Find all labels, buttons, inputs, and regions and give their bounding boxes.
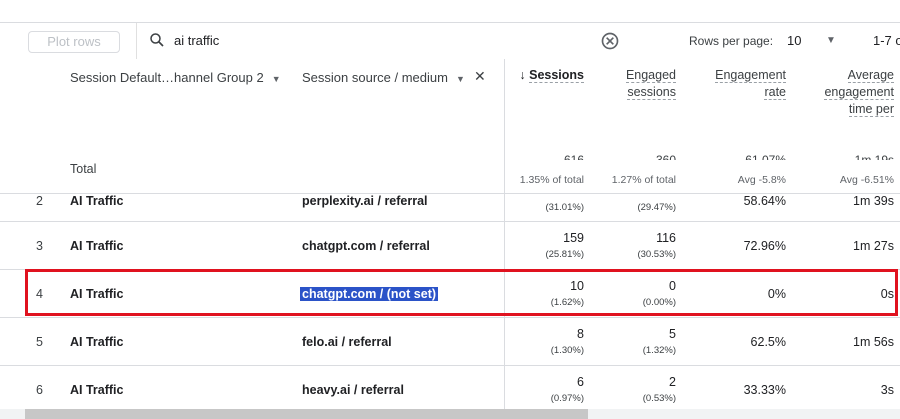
time-cell: 1m 27s (853, 239, 894, 253)
sessions-pct: (1.30%) (550, 345, 584, 356)
column-header-channel-group[interactable]: Session Default…hannel Group 2 ▼ (70, 70, 281, 85)
row-index: 2 (36, 194, 43, 208)
rows-per-page-select[interactable]: 10 (787, 33, 801, 48)
column-header-label: Sessions (529, 68, 584, 83)
caret-down-icon[interactable]: ▼ (826, 35, 836, 46)
table-row[interactable]: 5 AI Traffic felo.ai / referral 8 (1.30%… (0, 318, 900, 366)
column-header-avg-engagement-time[interactable]: Average engagement time per (800, 67, 894, 118)
caret-down-icon[interactable]: ▼ (272, 74, 281, 84)
time-cell: 0s (880, 287, 894, 301)
time-cell: 3s (880, 383, 894, 397)
clear-circle-icon[interactable] (600, 31, 620, 51)
sessions-cell: 6 (577, 375, 584, 389)
engaged-pct: (0.00%) (642, 297, 676, 308)
column-header-label: engagement (824, 85, 894, 100)
source-cell[interactable]: heavy.ai / referral (302, 383, 404, 397)
total-engaged-value: 360 (655, 153, 676, 160)
rate-cell: 58.64% (743, 194, 786, 208)
engaged-pct: (1.32%) (642, 345, 676, 356)
total-rate-sub: Avg -5.8% (737, 174, 786, 186)
rate-cell: 0% (767, 287, 786, 301)
column-header-label: Engaged (625, 68, 676, 83)
horizontal-scrollbar-thumb[interactable] (25, 409, 588, 419)
column-divider (504, 59, 505, 409)
total-time-value: 1m 19s (854, 153, 894, 160)
time-cell: 1m 56s (853, 335, 894, 349)
row-index: 3 (36, 239, 43, 253)
total-time-sub: Avg -6.51% (839, 174, 894, 186)
caret-down-icon[interactable]: ▼ (456, 74, 465, 84)
table-row[interactable]: 3 AI Traffic chatgpt.com / referral 159 … (0, 222, 900, 270)
column-header-label: Average (847, 68, 894, 83)
rate-cell: 33.33% (743, 383, 786, 397)
column-header-engaged-sessions[interactable]: Engaged sessions (596, 67, 676, 101)
page-range: 1-7 of (873, 33, 900, 48)
source-cell[interactable]: perplexity.ai / referral (302, 194, 428, 208)
toolbar-divider (136, 23, 137, 59)
sessions-cell: 8 (577, 327, 584, 341)
search-input[interactable]: ai traffic (174, 33, 219, 48)
engaged-cell: 116 (656, 231, 676, 245)
table-row[interactable]: 2 AI Traffic perplexity.ai / referral (3… (0, 194, 900, 222)
engaged-cell: 0 (669, 279, 676, 293)
column-header-label: Session source / medium (302, 70, 448, 85)
table-row[interactable]: 6 AI Traffic heavy.ai / referral 6 (0.97… (0, 366, 900, 409)
arrow-down-icon: ↓ (519, 68, 526, 82)
rate-cell: 72.96% (743, 239, 786, 253)
channel-cell: AI Traffic (70, 335, 124, 349)
column-header-label: time per (848, 102, 894, 117)
total-label: Total (70, 162, 97, 176)
column-header-label: sessions (627, 85, 676, 100)
total-rate-value: 61.07% (745, 153, 786, 160)
engaged-cell: 2 (669, 375, 676, 389)
engaged-cell: 5 (669, 327, 676, 341)
rate-cell: 62.5% (750, 335, 786, 349)
column-header-label: Engagement (715, 68, 786, 83)
total-sessions-sub: 1.35% of total (519, 174, 584, 186)
time-cell: 1m 39s (853, 194, 894, 208)
source-cell-selected[interactable]: chatgpt.com / (not set) (300, 287, 439, 301)
source-cell[interactable]: felo.ai / referral (302, 335, 392, 349)
column-header-label: Session Default…hannel Group 2 (70, 70, 264, 85)
channel-cell: AI Traffic (70, 194, 124, 208)
column-header-sessions[interactable]: ↓ Sessions (512, 67, 584, 84)
channel-cell: AI Traffic (70, 383, 124, 397)
total-sessions-value: 616 (563, 153, 584, 160)
sessions-pct: (31.01%) (545, 202, 584, 213)
sessions-cell: 159 (563, 231, 584, 245)
source-cell[interactable]: chatgpt.com / referral (302, 239, 430, 253)
column-header-source-medium[interactable]: Session source / medium ▼ (302, 70, 465, 85)
close-icon[interactable]: ✕ (474, 68, 486, 85)
column-header-engagement-rate[interactable]: Engagement rate (690, 67, 786, 101)
total-engaged-sub: 1.27% of total (611, 174, 676, 186)
sessions-pct: (1.62%) (550, 297, 584, 308)
channel-cell: AI Traffic (70, 239, 124, 253)
row-index: 6 (36, 383, 43, 397)
row-index: 5 (36, 335, 43, 349)
column-header-label: rate (764, 85, 786, 100)
sessions-cell: 10 (570, 279, 584, 293)
channel-cell: AI Traffic (70, 287, 124, 301)
plot-rows-button[interactable]: Plot rows (28, 31, 120, 53)
table-header: Session Default…hannel Group 2 ▼ Session … (0, 59, 900, 194)
rows-per-page-label: Rows per page: (689, 34, 774, 48)
sessions-pct: (0.97%) (550, 393, 584, 404)
engaged-pct: (29.47%) (637, 202, 676, 213)
table-row[interactable]: 4 AI Traffic chatgpt.com / (not set) 10 … (0, 270, 900, 318)
sessions-pct: (25.81%) (545, 249, 584, 260)
table-toolbar: Plot rows ai traffic Rows per page: 10 ▼… (0, 23, 900, 59)
row-index: 4 (36, 287, 43, 301)
engaged-pct: (30.53%) (637, 249, 676, 260)
engaged-pct: (0.53%) (642, 393, 676, 404)
search-icon (150, 33, 164, 47)
